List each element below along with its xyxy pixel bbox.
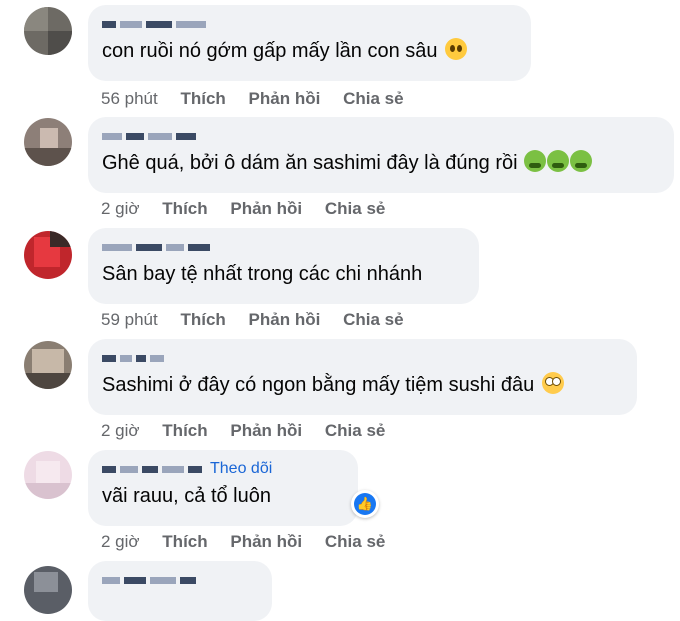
timestamp[interactable]: 2 giờ — [101, 532, 140, 551]
comment-bubble: Theo dõi vãi rauu, cả tổ luôn — [88, 450, 358, 526]
like-button[interactable]: Thích — [162, 532, 207, 551]
comment-actions: 2 giờ Thích Phản hồi Chia sẻ — [101, 532, 403, 552]
share-button[interactable]: Chia sẻ — [325, 532, 385, 551]
reply-button[interactable]: Phản hồi — [230, 199, 302, 218]
like-button[interactable]: Thích — [162, 421, 207, 440]
author-name-pixelated[interactable] — [102, 127, 660, 145]
timestamp[interactable]: 56 phút — [101, 89, 158, 108]
author-name-pixelated[interactable] — [102, 349, 623, 367]
comment-actions: 2 giờ Thích Phản hồi Chia sẻ — [101, 199, 403, 219]
timestamp[interactable]: 59 phút — [101, 310, 158, 329]
comment-text: Ghê quá, bởi ô dám ăn sashimi đây là đún… — [102, 149, 660, 177]
reply-button[interactable]: Phản hồi — [249, 310, 321, 329]
comment-bubble: Sashimi ở đây có ngon bằng mấy tiệm sush… — [88, 339, 637, 415]
comment-actions: 56 phút Thích Phản hồi Chia sẻ — [101, 89, 422, 109]
nauseated-icon — [570, 150, 593, 172]
like-reaction-icon[interactable]: 👍 — [351, 490, 379, 518]
avatar[interactable] — [24, 341, 72, 389]
author-name-pixelated[interactable] — [102, 571, 258, 589]
author-name-pixelated[interactable] — [102, 15, 517, 33]
nauseated-icon — [547, 150, 570, 172]
share-button[interactable]: Chia sẻ — [325, 421, 385, 440]
avatar[interactable] — [24, 118, 72, 166]
comment-actions: 2 giờ Thích Phản hồi Chia sẻ — [101, 421, 403, 441]
eye-roll-icon — [541, 372, 564, 394]
like-button[interactable]: Thích — [180, 310, 225, 329]
avatar[interactable] — [24, 451, 72, 499]
comment-bubble: con ruồi nó gớm gấp mấy lần con sâu — [88, 5, 531, 81]
like-button[interactable]: Thích — [162, 199, 207, 218]
share-button[interactable]: Chia sẻ — [343, 89, 403, 108]
timestamp[interactable]: 2 giờ — [101, 421, 140, 440]
thumbs-up-icon: 👍 — [354, 493, 376, 515]
nauseated-icon — [524, 150, 547, 172]
reply-button[interactable]: Phản hồi — [249, 89, 321, 108]
comment-bubble: Sân bay tệ nhất trong các chi nhánh — [88, 228, 479, 304]
author-name-pixelated[interactable]: Theo dõi — [102, 460, 344, 478]
comment-text: Sashimi ở đây có ngon bằng mấy tiệm sush… — [102, 371, 623, 399]
comment-text: Sân bay tệ nhất trong các chi nhánh — [102, 263, 423, 285]
like-button[interactable]: Thích — [180, 89, 225, 108]
avatar[interactable] — [24, 7, 72, 55]
cry-icon — [445, 38, 468, 60]
author-name-pixelated[interactable] — [102, 238, 465, 256]
comment-bubble: Ghê quá, bởi ô dám ăn sashimi đây là đún… — [88, 117, 674, 193]
comment-text: con ruồi nó gớm gấp mấy lần con sâu — [102, 37, 517, 65]
comment-actions: 59 phút Thích Phản hồi Chia sẻ — [101, 310, 422, 330]
timestamp[interactable]: 2 giờ — [101, 199, 140, 218]
follow-button[interactable]: Theo dõi — [210, 460, 272, 478]
avatar[interactable] — [24, 231, 72, 279]
share-button[interactable]: Chia sẻ — [343, 310, 403, 329]
reply-button[interactable]: Phản hồi — [230, 532, 302, 551]
share-button[interactable]: Chia sẻ — [325, 199, 385, 218]
avatar[interactable] — [24, 566, 72, 614]
reply-button[interactable]: Phản hồi — [230, 421, 302, 440]
comment-bubble — [88, 561, 272, 621]
comment-text: vãi rauu, cả tổ luôn — [102, 485, 271, 507]
